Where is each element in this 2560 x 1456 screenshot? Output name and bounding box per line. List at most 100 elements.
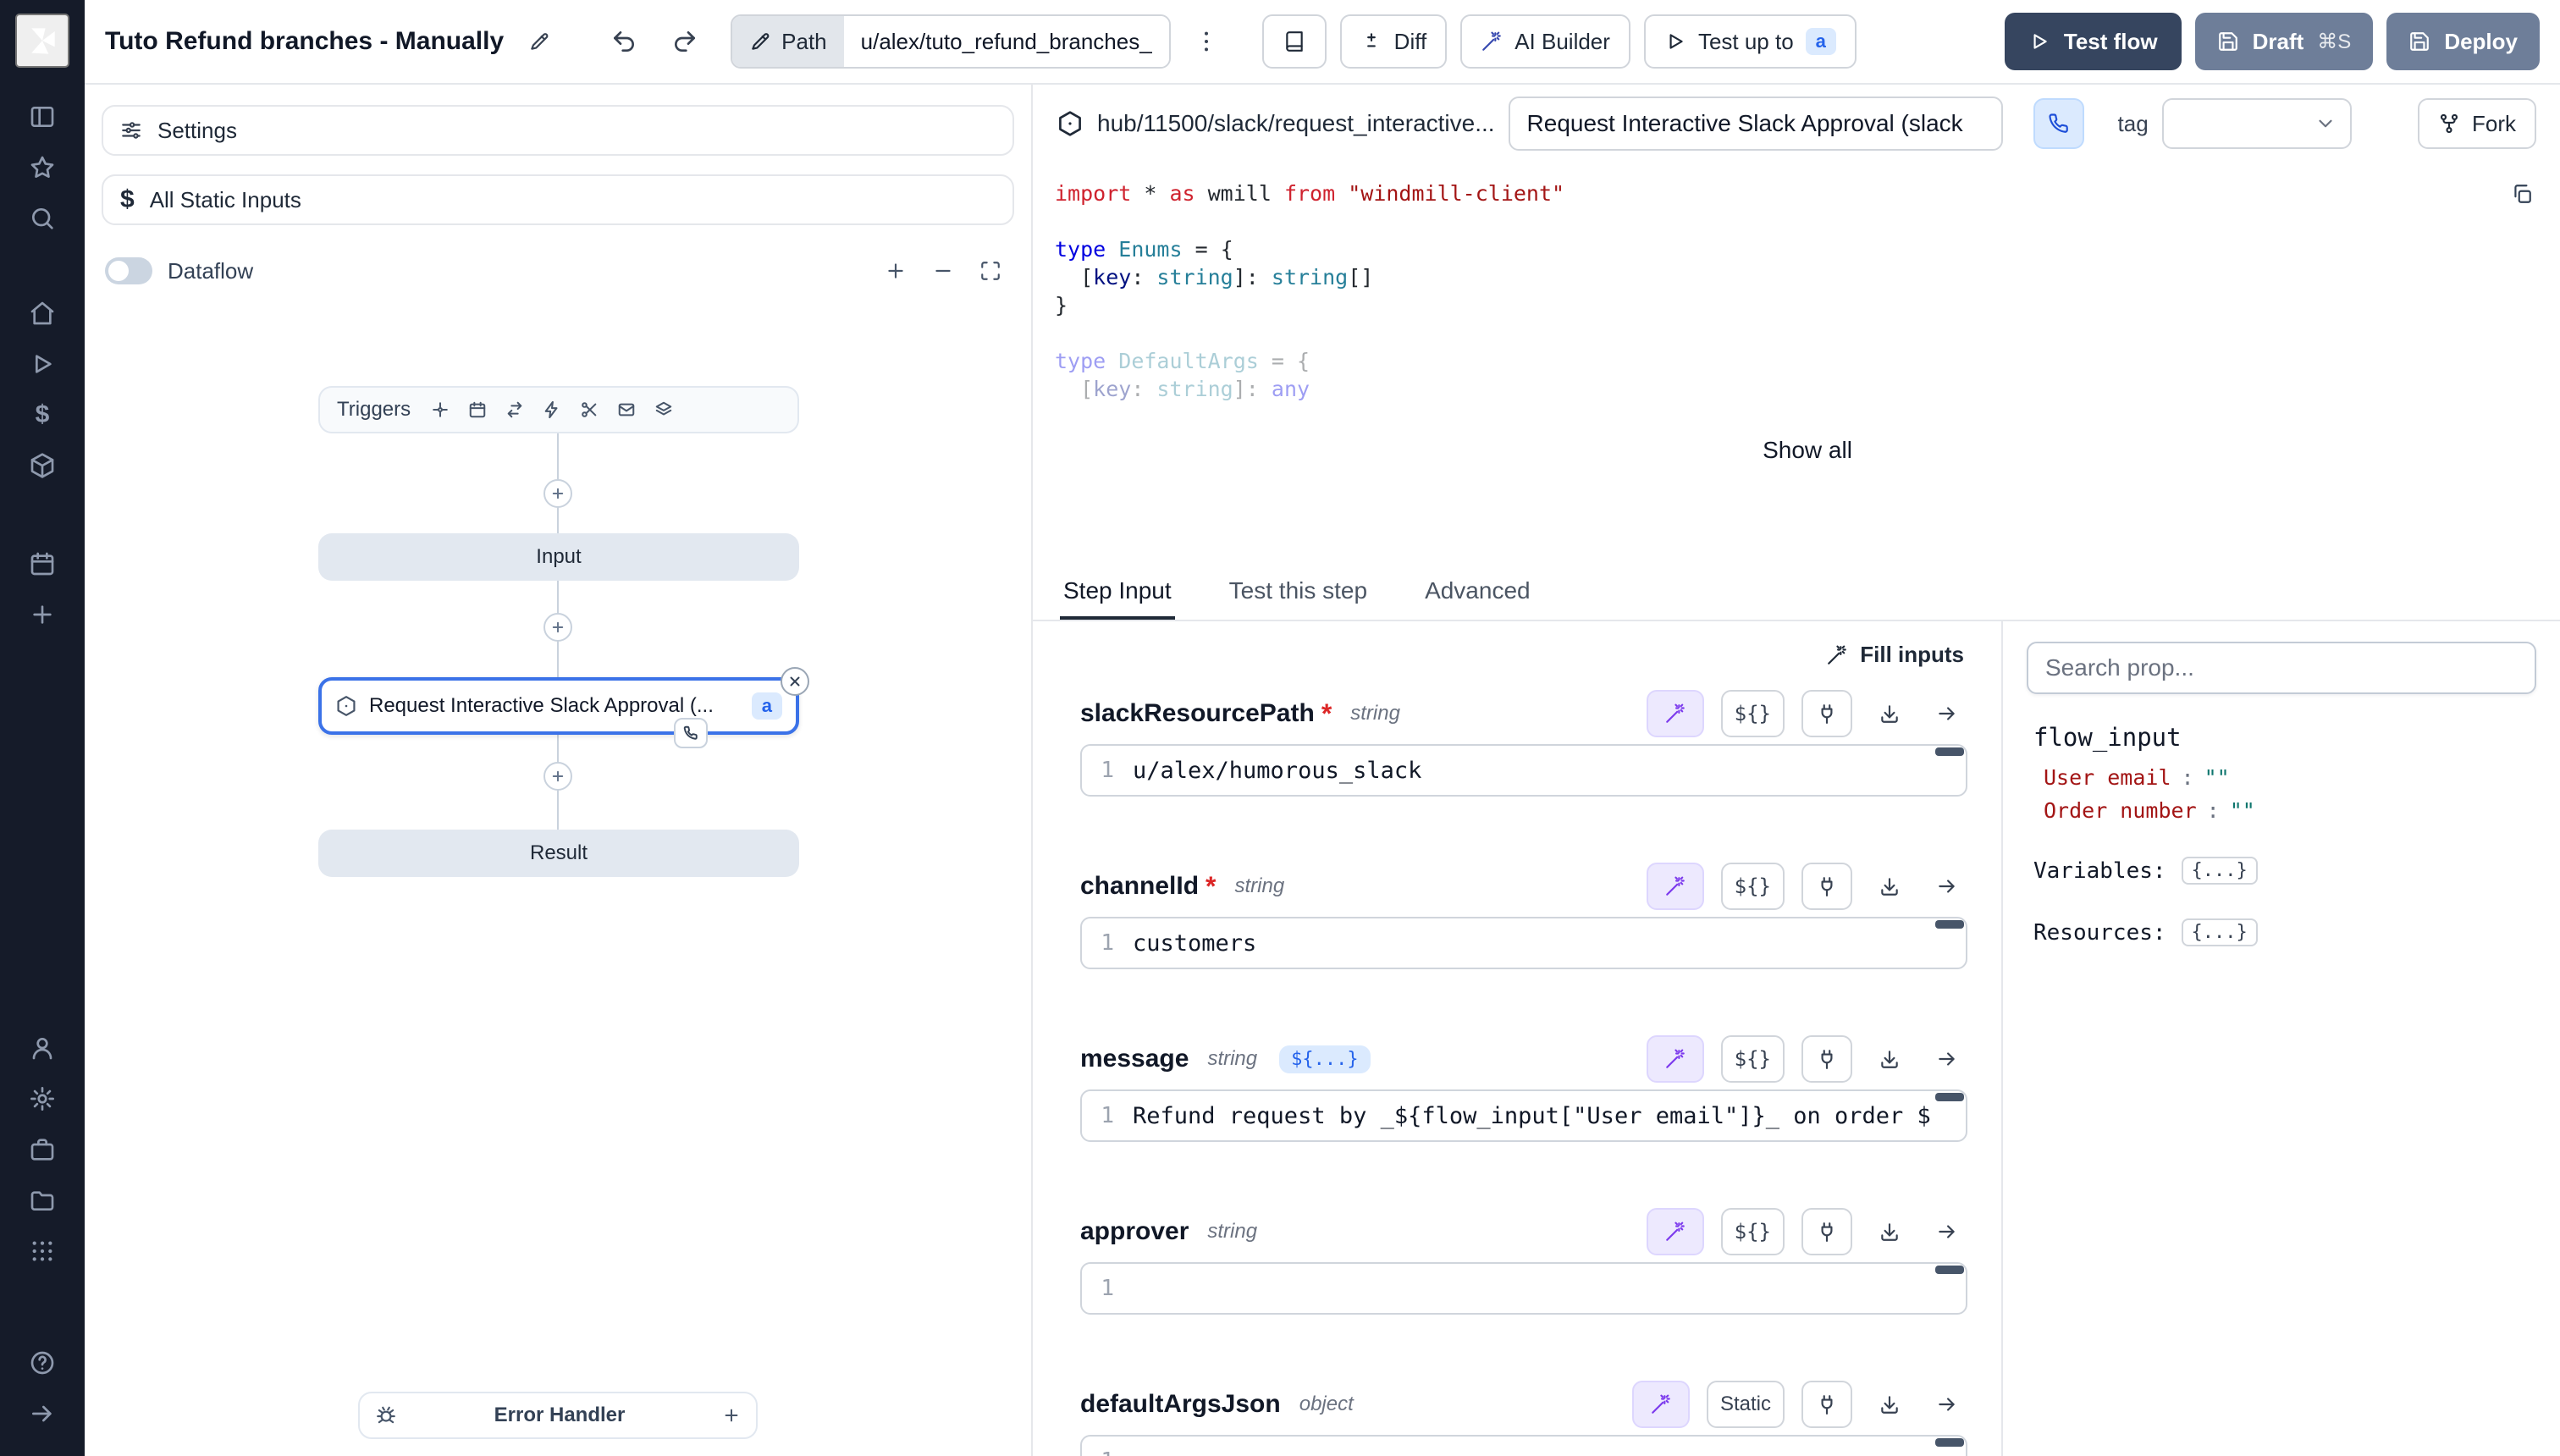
kafka-trigger-icon[interactable] bbox=[580, 400, 599, 419]
webhook-trigger-icon[interactable] bbox=[431, 400, 450, 419]
rail-item-calendar[interactable] bbox=[14, 538, 71, 589]
draft-button[interactable]: Draft ⌘S bbox=[2195, 13, 2374, 70]
resources-braces[interactable]: {...} bbox=[2182, 918, 2258, 946]
tab-step-input[interactable]: Step Input bbox=[1060, 565, 1175, 620]
fill-inputs-button[interactable]: Fill inputs bbox=[1823, 635, 1967, 675]
resources-row[interactable]: Resources: {...} bbox=[2027, 918, 2536, 946]
tag-select[interactable] bbox=[2162, 98, 2352, 149]
editor-scroll-marker bbox=[1935, 1093, 1964, 1101]
approval-phone-button[interactable] bbox=[2033, 98, 2084, 149]
search-prop-input[interactable] bbox=[2027, 642, 2536, 694]
delete-step-button[interactable] bbox=[781, 667, 809, 696]
expression-toggle-button[interactable]: ${} bbox=[1721, 863, 1785, 910]
rail-item-collapse[interactable] bbox=[14, 1388, 71, 1439]
connect-plug-button[interactable] bbox=[1801, 1035, 1852, 1083]
prop-row[interactable]: User email:"" bbox=[2044, 765, 2536, 790]
field-editor[interactable]: 1 bbox=[1080, 1262, 1967, 1315]
input-node[interactable]: Input bbox=[318, 533, 799, 581]
schedule-trigger-icon[interactable] bbox=[468, 400, 487, 419]
sqs-trigger-icon[interactable] bbox=[654, 400, 673, 419]
selected-step-node[interactable]: Request Interactive Slack Approval (... … bbox=[318, 677, 799, 735]
insert-step-button[interactable] bbox=[543, 762, 572, 791]
ai-fill-field-button[interactable] bbox=[1647, 1208, 1704, 1255]
test-flow-button[interactable]: Test flow bbox=[2005, 13, 2182, 70]
websocket-trigger-icon[interactable] bbox=[543, 400, 561, 419]
rail-item-panel[interactable] bbox=[14, 91, 71, 142]
copy-code-button[interactable] bbox=[2511, 183, 2533, 211]
field-editor[interactable]: 1 Refund request by _${flow_input["User … bbox=[1080, 1089, 1967, 1142]
line-number: 1 bbox=[1097, 1448, 1114, 1456]
insert-value-button[interactable] bbox=[1869, 1208, 1910, 1255]
ai-builder-button[interactable]: AI Builder bbox=[1460, 14, 1630, 69]
ai-fill-field-button[interactable] bbox=[1632, 1381, 1690, 1428]
variables-row[interactable]: Variables: {...} bbox=[2027, 857, 2536, 885]
route-trigger-icon[interactable] bbox=[505, 400, 524, 419]
field-editor[interactable]: 1 customers bbox=[1080, 917, 1967, 969]
email-trigger-icon[interactable] bbox=[617, 400, 636, 419]
prop-row[interactable]: Order number:"" bbox=[2044, 798, 2536, 823]
apply-arrow-button[interactable] bbox=[1927, 690, 1967, 737]
ai-fill-field-button[interactable] bbox=[1647, 690, 1704, 737]
expression-toggle-button[interactable]: Static bbox=[1707, 1381, 1785, 1428]
insert-value-button[interactable] bbox=[1869, 1381, 1910, 1428]
connect-plug-button[interactable] bbox=[1801, 1208, 1852, 1255]
deploy-button[interactable]: Deploy bbox=[2386, 13, 2540, 70]
hub-script-path[interactable]: hub/11500/slack/request_interactive... bbox=[1057, 110, 1495, 137]
apply-arrow-button[interactable] bbox=[1927, 1035, 1967, 1083]
rail-item-user[interactable] bbox=[14, 1023, 71, 1073]
ai-fill-field-button[interactable] bbox=[1647, 1035, 1704, 1083]
rail-item-star[interactable] bbox=[14, 142, 71, 193]
field-editor[interactable]: 1 u/alex/humorous_slack bbox=[1080, 744, 1967, 797]
rail-item-plus[interactable] bbox=[14, 589, 71, 640]
rail-item-folder[interactable] bbox=[14, 1175, 71, 1226]
test-up-to-button[interactable]: Test up to a bbox=[1644, 14, 1857, 69]
rail-item-home[interactable] bbox=[14, 288, 71, 339]
rail-item-help[interactable] bbox=[14, 1337, 71, 1388]
triggers-node[interactable]: Triggers bbox=[318, 386, 799, 433]
flow-input-root[interactable]: flow_input bbox=[2027, 723, 2536, 752]
expression-toggle-button[interactable]: ${} bbox=[1721, 1035, 1785, 1083]
tab-test-this-step[interactable]: Test this step bbox=[1226, 565, 1371, 620]
rail-item-play[interactable] bbox=[14, 339, 71, 389]
more-menu-button[interactable] bbox=[1181, 16, 1232, 67]
code-preview[interactable]: import * as wmill from "windmill-client"… bbox=[1033, 163, 2560, 565]
tab-advanced[interactable]: Advanced bbox=[1421, 565, 1534, 620]
rail-item-dollar[interactable]: $ bbox=[14, 389, 71, 440]
connect-plug-button[interactable] bbox=[1801, 863, 1852, 910]
field-editor[interactable]: 1 bbox=[1080, 1435, 1967, 1456]
rail-item-grid[interactable] bbox=[14, 1226, 71, 1277]
field-name: message bbox=[1080, 1045, 1189, 1073]
step-summary-input[interactable] bbox=[1509, 97, 2003, 151]
apply-arrow-button[interactable] bbox=[1927, 1381, 1967, 1428]
show-all-button[interactable]: Show all bbox=[1746, 430, 1869, 471]
edit-title-button[interactable] bbox=[514, 16, 565, 67]
docs-button[interactable] bbox=[1262, 14, 1327, 69]
redo-button[interactable] bbox=[659, 16, 710, 67]
expression-toggle-button[interactable]: ${} bbox=[1721, 690, 1785, 737]
insert-step-button[interactable] bbox=[543, 479, 572, 508]
diff-button[interactable]: Diff bbox=[1340, 14, 1448, 69]
ai-fill-field-button[interactable] bbox=[1647, 863, 1704, 910]
apply-arrow-button[interactable] bbox=[1927, 863, 1967, 910]
insert-value-button[interactable] bbox=[1869, 690, 1910, 737]
apply-arrow-button[interactable] bbox=[1927, 1208, 1967, 1255]
connect-plug-button[interactable] bbox=[1801, 690, 1852, 737]
result-node[interactable]: Result bbox=[318, 830, 799, 877]
variables-braces[interactable]: {...} bbox=[2182, 857, 2258, 885]
error-handler-node[interactable]: Error Handler bbox=[358, 1392, 758, 1439]
path-value[interactable]: u/alex/tuto_refund_branches_ bbox=[844, 16, 1169, 67]
insert-step-button[interactable] bbox=[543, 613, 572, 642]
rail-item-briefcase[interactable] bbox=[14, 1124, 71, 1175]
rail-item-search[interactable] bbox=[14, 193, 71, 244]
fork-button[interactable]: Fork bbox=[2418, 98, 2536, 149]
insert-value-button[interactable] bbox=[1869, 1035, 1910, 1083]
expression-toggle-button[interactable]: ${} bbox=[1721, 1208, 1785, 1255]
connect-plug-button[interactable] bbox=[1801, 1381, 1852, 1428]
rail-item-cube[interactable] bbox=[14, 440, 71, 491]
windmill-logo[interactable] bbox=[15, 14, 69, 68]
undo-button[interactable] bbox=[599, 16, 649, 67]
topbar-right-group: Test flow Draft ⌘S Deploy bbox=[2005, 13, 2540, 70]
edit-path-button[interactable]: Path bbox=[732, 16, 844, 67]
insert-value-button[interactable] bbox=[1869, 863, 1910, 910]
rail-item-gear[interactable] bbox=[14, 1073, 71, 1124]
